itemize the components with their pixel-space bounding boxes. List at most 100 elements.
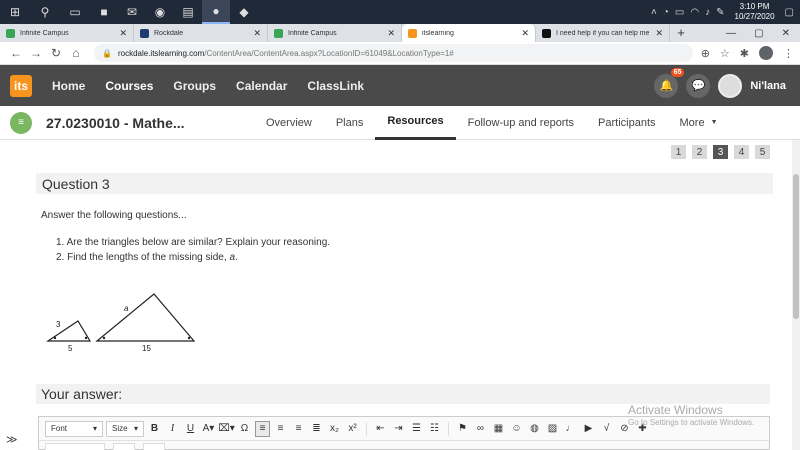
page-button[interactable]: 4 — [734, 145, 749, 159]
teams-icon[interactable]: ◆ — [230, 0, 258, 24]
pen-icon[interactable]: ✎ — [716, 7, 724, 18]
maximize-icon[interactable]: ▢ — [754, 28, 763, 39]
bookmark-star-icon[interactable]: ☆ — [720, 47, 730, 60]
nav-courses[interactable]: Courses — [95, 79, 163, 93]
scrollbar-thumb[interactable] — [793, 174, 799, 319]
user-avatar[interactable] — [718, 73, 743, 98]
superscript-icon[interactable]: x² — [345, 421, 360, 437]
globe-icon[interactable]: ◍ — [527, 421, 542, 437]
tab-title: Infinite Campus — [20, 29, 69, 37]
volume-icon[interactable]: ♪ — [705, 7, 710, 18]
battery-icon[interactable]: ▭ — [675, 7, 684, 18]
extensions-icon[interactable]: ✱ — [740, 47, 749, 60]
tab-follow-up-and-reports[interactable]: Follow-up and reports — [456, 106, 586, 140]
align-center-icon[interactable]: ≡ — [273, 421, 288, 437]
windows-start-icon[interactable]: ⊞ — [0, 0, 30, 24]
link-icon[interactable]: ∞ — [473, 421, 488, 437]
home-icon[interactable]: ⌂ — [66, 46, 86, 60]
format-select[interactable] — [45, 443, 105, 450]
close-icon[interactable]: ✕ — [119, 28, 127, 39]
back-icon[interactable]: ← — [6, 46, 26, 60]
clock[interactable]: 3:10 PM 10/27/2020 — [731, 2, 779, 22]
align-right-icon[interactable]: ≡ — [291, 421, 306, 437]
special-character-icon[interactable]: Ω — [237, 421, 252, 437]
menu-dots-icon[interactable]: ⋮ — [783, 47, 794, 60]
emoji-icon[interactable]: ☺ — [509, 421, 524, 437]
tab-resources[interactable]: Resources — [375, 106, 456, 140]
mail-icon[interactable]: ✉ — [118, 0, 146, 24]
browser-tab-active[interactable]: itslearning ✕ — [402, 24, 536, 42]
chrome-icon[interactable]: ● — [202, 0, 230, 24]
minimize-icon[interactable]: — — [726, 28, 736, 39]
nav-home[interactable]: Home — [42, 79, 95, 93]
file-explorer-icon[interactable]: ▤ — [174, 0, 202, 24]
justify-icon[interactable]: ≣ — [309, 421, 324, 437]
question-item: 1. Are the triangles below are similar? … — [56, 237, 331, 248]
microphone-icon[interactable]: ♩ — [563, 421, 578, 437]
indent-icon[interactable]: ⇥ — [391, 421, 406, 437]
browser-tab[interactable]: I need help if you can help me ✕ — [536, 24, 670, 42]
tab-more[interactable]: More ▼ — [668, 106, 730, 140]
new-tab-button[interactable]: + — [670, 24, 692, 42]
browser-tab[interactable]: Infinite Campus ✕ — [268, 24, 402, 42]
flag-icon[interactable]: ⚑ — [455, 421, 470, 437]
tab-overview[interactable]: Overview — [254, 106, 324, 140]
lock-icon[interactable]: 🔒 — [102, 49, 112, 58]
subscript-icon[interactable]: x₂ — [327, 421, 342, 437]
italic-button[interactable]: I — [165, 421, 180, 437]
table-icon[interactable]: ▦ — [491, 421, 506, 437]
course-title[interactable]: 27.0230010 - Mathe... — [46, 115, 218, 131]
page-scrollbar[interactable] — [792, 140, 800, 450]
page-button-current[interactable]: 3 — [713, 145, 728, 159]
nav-classlink[interactable]: ClassLink — [297, 79, 374, 93]
video-icon[interactable]: ▶ — [581, 421, 596, 437]
double-chevron-right-icon[interactable]: ≫ — [6, 433, 18, 446]
edge-icon[interactable]: ◉ — [146, 0, 174, 24]
browser-tab[interactable]: Rockdale ✕ — [134, 24, 268, 42]
tab-plans[interactable]: Plans — [324, 106, 376, 140]
nav-groups[interactable]: Groups — [163, 79, 226, 93]
chevron-up-icon[interactable]: ˄ — [651, 7, 657, 18]
close-icon[interactable]: ✕ — [253, 28, 261, 39]
bullet-list-icon[interactable]: ☰ — [409, 421, 424, 437]
profile-avatar[interactable] — [759, 46, 773, 60]
browser-tab[interactable]: Infinite Campus ✕ — [0, 24, 134, 42]
close-icon[interactable]: ✕ — [521, 28, 529, 39]
notification-center-icon[interactable]: ▢ — [785, 7, 794, 18]
page-button[interactable]: 5 — [755, 145, 770, 159]
messages-button[interactable]: 💬 — [686, 73, 711, 98]
forward-icon[interactable]: → — [26, 46, 46, 60]
itslearning-logo[interactable]: its — [10, 74, 32, 97]
highlight-color-icon[interactable]: ⌧▾ — [218, 421, 235, 437]
reload-icon[interactable]: ↻ — [46, 46, 66, 60]
page-button[interactable]: 1 — [671, 145, 686, 159]
outdent-icon[interactable]: ⇤ — [373, 421, 388, 437]
tab-participants[interactable]: Participants — [586, 106, 667, 140]
search-icon[interactable]: ⚲ — [30, 0, 60, 24]
text-color-icon[interactable]: A▾ — [201, 421, 216, 437]
align-left-icon[interactable]: ≡ — [255, 420, 270, 437]
math-formula-icon[interactable]: √ — [599, 421, 614, 437]
course-icon[interactable]: ≡ — [10, 111, 32, 134]
close-icon[interactable]: ✕ — [387, 28, 395, 39]
numbered-list-icon[interactable]: ☷ — [427, 421, 442, 437]
notifications-button[interactable]: 🔔 65 — [654, 67, 685, 98]
size-select[interactable]: Size ▾ — [106, 420, 144, 437]
user-name[interactable]: Ni'lana — [750, 80, 786, 92]
url-field[interactable]: 🔒 rockdale.itslearning.com/ContentArea/C… — [94, 44, 693, 62]
wifi-icon[interactable]: ◠ — [690, 7, 699, 18]
close-icon[interactable]: ✕ — [655, 28, 663, 39]
close-window-icon[interactable]: ✕ — [782, 28, 790, 39]
page-button[interactable]: 2 — [692, 145, 707, 159]
toolbar-select[interactable] — [113, 443, 135, 450]
network-icon[interactable]: ◔ — [663, 7, 669, 18]
nav-calendar[interactable]: Calendar — [226, 79, 297, 93]
image-icon[interactable]: ▨ — [545, 421, 560, 437]
zoom-icon[interactable]: ⊕ — [701, 47, 710, 60]
underline-button[interactable]: U — [183, 421, 198, 437]
font-select[interactable]: Font ▾ — [45, 420, 103, 437]
task-view-icon[interactable]: ▭ — [60, 0, 90, 24]
bold-button[interactable]: B — [147, 421, 162, 437]
toolbar-select[interactable] — [143, 443, 165, 450]
store-icon[interactable]: ■ — [90, 0, 118, 24]
